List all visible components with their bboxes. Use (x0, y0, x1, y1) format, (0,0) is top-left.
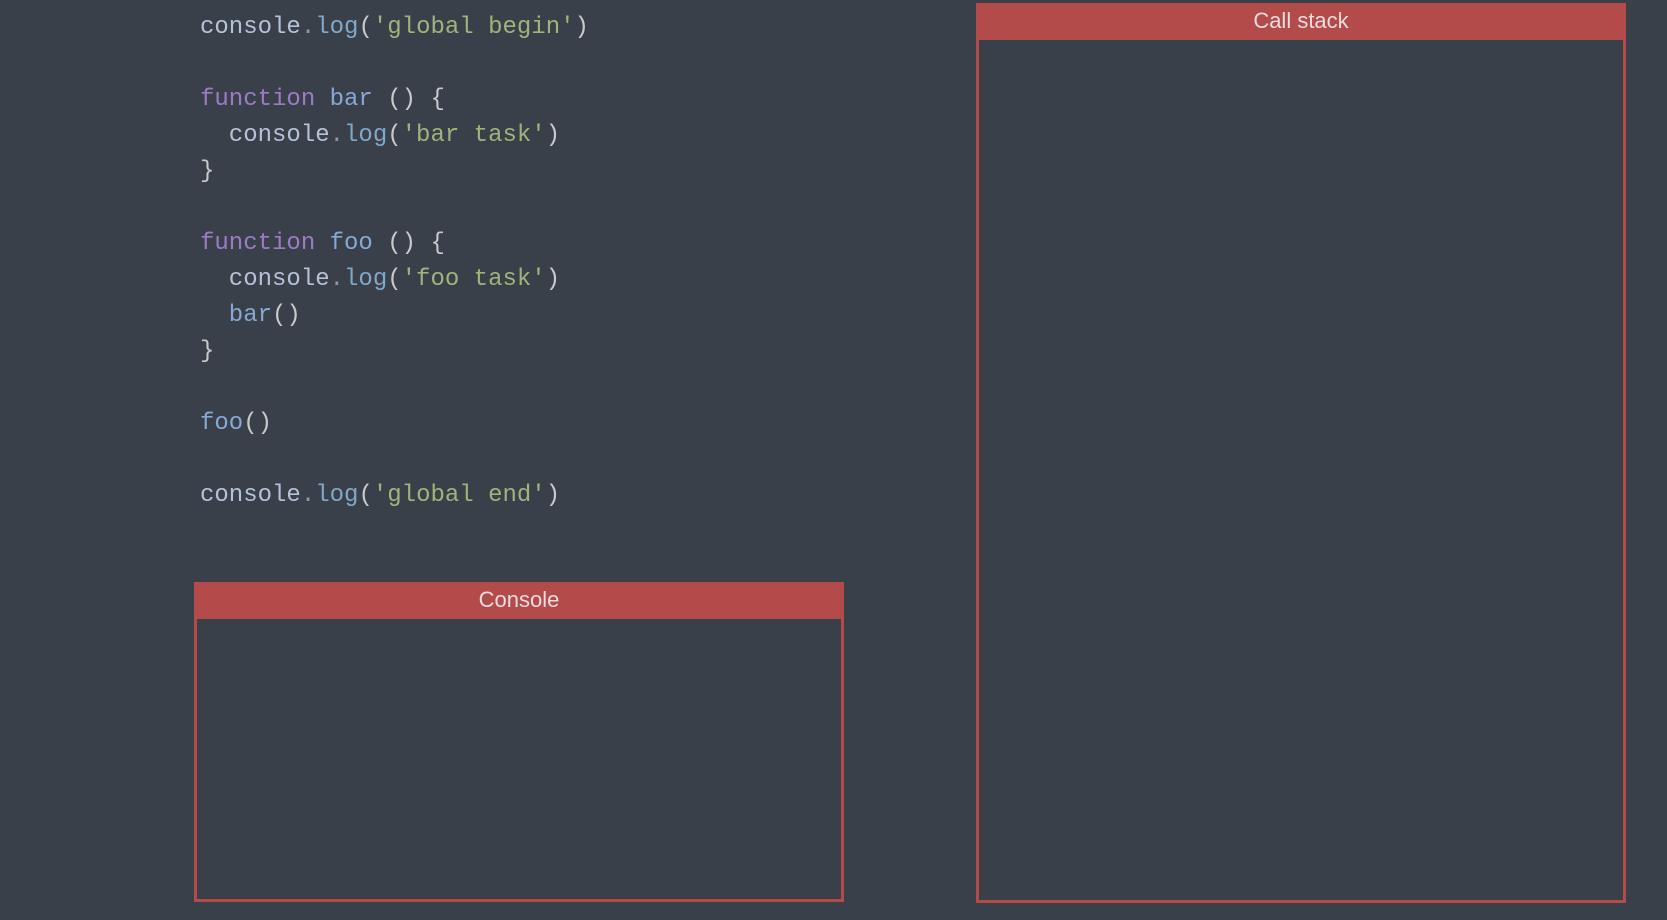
callstack-panel-body (979, 40, 1623, 900)
callstack-panel: Call stack (976, 3, 1626, 903)
code-line (200, 370, 589, 406)
code-line (200, 190, 589, 226)
console-panel-body (197, 619, 841, 899)
console-panel: Console (194, 582, 844, 902)
code-line: } (200, 154, 589, 190)
code-line: function foo () { (200, 226, 589, 262)
code-block: console.log('global begin') function bar… (200, 10, 589, 514)
code-line: bar() (200, 298, 589, 334)
code-line: console.log('global begin') (200, 10, 589, 46)
callstack-panel-title: Call stack (979, 6, 1623, 40)
code-line (200, 46, 589, 82)
code-line: foo() (200, 406, 589, 442)
code-line: function bar () { (200, 82, 589, 118)
console-panel-title: Console (197, 585, 841, 619)
code-line: console.log('bar task') (200, 118, 589, 154)
code-line: } (200, 334, 589, 370)
code-line: console.log('global end') (200, 478, 589, 514)
code-line: console.log('foo task') (200, 262, 589, 298)
code-line (200, 442, 589, 478)
